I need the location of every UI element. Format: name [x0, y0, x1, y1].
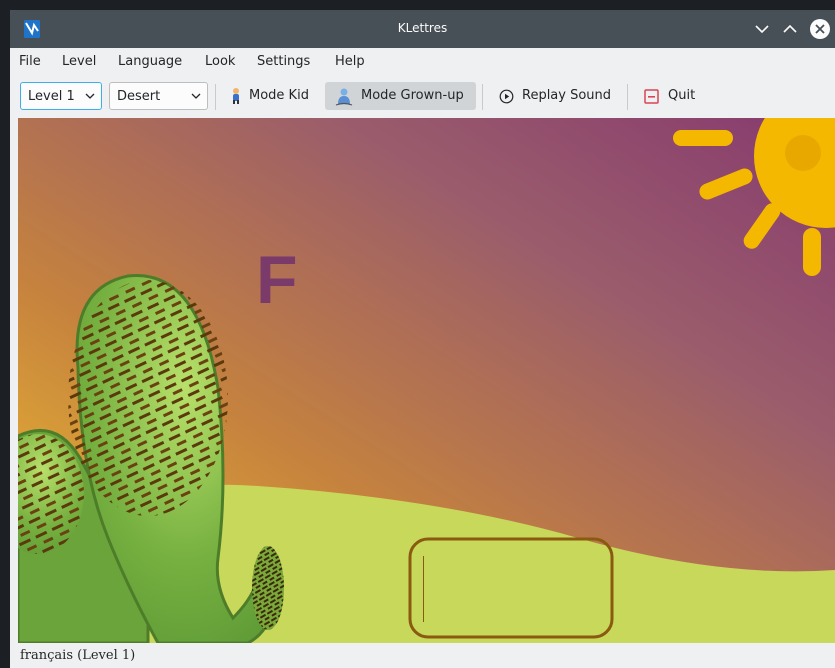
theme-combo[interactable]: Desert: [109, 82, 208, 110]
menu-level[interactable]: Level: [62, 54, 96, 69]
mode-kid-label: Mode Kid: [249, 88, 309, 103]
replay-sound-label: Replay Sound: [522, 88, 612, 103]
toolbar: Level 1 Desert Mode Kid Mode Grown-up Re…: [10, 76, 835, 118]
menu-language[interactable]: Language: [118, 54, 182, 69]
kid-icon: [233, 88, 239, 104]
minimize-icon: [755, 25, 769, 34]
toolbar-separator: [627, 84, 628, 110]
chevron-down-icon: [85, 93, 95, 99]
level-combo-value: Level 1: [28, 89, 75, 104]
menu-look[interactable]: Look: [205, 54, 235, 69]
status-bar: français (Level 1): [10, 643, 835, 668]
mode-kid-button[interactable]: Mode Kid: [222, 82, 319, 110]
answer-field[interactable]: [412, 541, 610, 635]
menu-settings[interactable]: Settings: [257, 54, 310, 69]
menu-help[interactable]: Help: [335, 54, 365, 69]
quit-icon: [644, 89, 659, 104]
menu-bar: File Level Language Look Settings Help: [10, 48, 835, 76]
minimize-button[interactable]: [752, 19, 772, 39]
game-stage: F: [18, 118, 835, 643]
title-bar[interactable]: KLettres: [10, 10, 835, 48]
grownup-icon: [335, 88, 353, 106]
text-cursor: [423, 556, 424, 622]
quit-label: Quit: [668, 88, 696, 103]
toolbar-separator: [215, 84, 216, 110]
level-combo[interactable]: Level 1: [20, 82, 102, 110]
mode-grownup-button[interactable]: Mode Grown-up: [325, 82, 476, 110]
toolbar-separator: [482, 84, 483, 110]
quit-button[interactable]: Quit: [636, 82, 702, 110]
mode-grownup-label: Mode Grown-up: [361, 88, 464, 103]
replay-sound-button[interactable]: Replay Sound: [490, 82, 620, 110]
close-button[interactable]: [810, 19, 830, 39]
chevron-down-icon: [191, 93, 201, 99]
replay-icon: [499, 89, 514, 104]
target-letter: F: [256, 242, 298, 318]
maximize-button[interactable]: [780, 19, 800, 39]
window-title: KLettres: [397, 21, 448, 35]
theme-combo-value: Desert: [117, 89, 161, 104]
menu-file[interactable]: File: [19, 54, 41, 69]
status-text: français (Level 1): [20, 648, 136, 663]
close-icon: [815, 24, 825, 34]
app-window: KLettres File Level Language Look Settin…: [10, 10, 835, 668]
maximize-icon: [783, 24, 797, 33]
